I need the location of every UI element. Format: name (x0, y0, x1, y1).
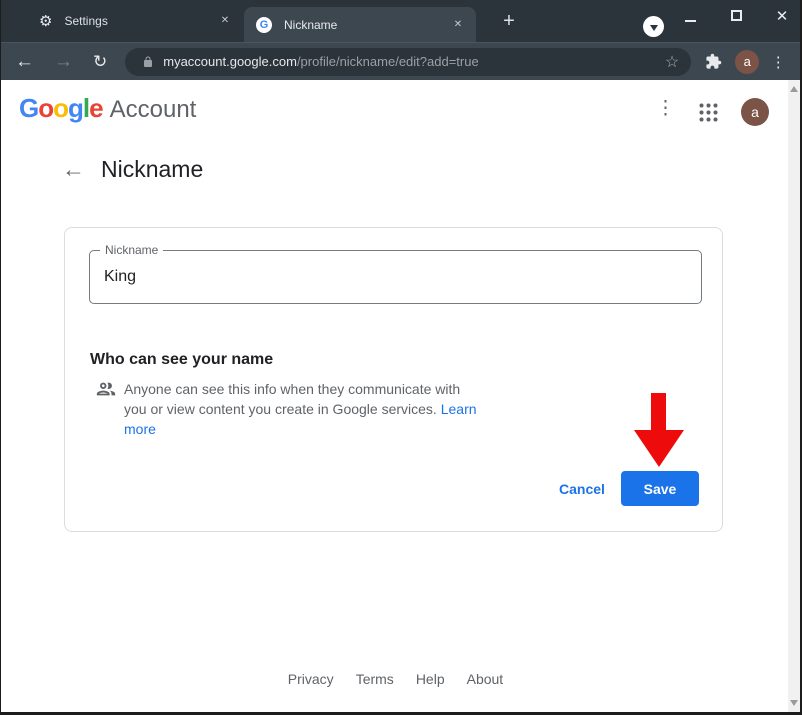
browser-toolbar: myaccount.google.com/profile/nickname/ed… (1, 42, 800, 80)
info-line: you or view content you create in Google… (124, 401, 437, 417)
tab-nickname-label: Nickname (284, 17, 338, 32)
gear-icon (39, 12, 52, 30)
reload-button[interactable] (93, 53, 107, 70)
tab-close-icon[interactable] (217, 13, 233, 29)
page-title: Nickname (101, 156, 204, 182)
logo-letter: g (68, 93, 84, 123)
scrollbar[interactable] (788, 80, 800, 712)
footer-link-privacy[interactable]: Privacy (288, 671, 334, 687)
account-avatar[interactable]: a (741, 98, 769, 126)
new-tab-button[interactable] (495, 8, 523, 34)
tab-strip: Settings G Nickname (1, 0, 800, 42)
tab-settings-label: Settings (64, 13, 108, 28)
page-content: GoogleAccount a Nickname Nickname Who ca… (1, 80, 800, 712)
chevron-down-icon (649, 24, 658, 31)
page-back-button[interactable] (62, 156, 85, 183)
minimize-button[interactable] (685, 20, 696, 22)
save-button[interactable]: Save (621, 471, 699, 506)
cancel-button[interactable]: Cancel (547, 472, 617, 506)
info-line: Anyone can see this info when they commu… (124, 381, 461, 397)
logo-letter: o (38, 93, 54, 123)
google-favicon-icon: G (256, 16, 272, 33)
logo-letter: G (19, 93, 39, 123)
url-host: myaccount.google.com (163, 54, 297, 69)
address-bar[interactable]: myaccount.google.com/profile/nickname/ed… (125, 47, 692, 76)
footer-links: Privacy Terms Help About (1, 671, 790, 687)
footer-link-about[interactable]: About (467, 671, 504, 687)
logo-product-label: Account (109, 96, 197, 123)
browser-menu-icon[interactable] (770, 53, 786, 71)
people-icon (95, 378, 117, 400)
browser-window: Settings G Nickname myaccount.google.com… (0, 0, 802, 715)
logo-letter: o (53, 93, 69, 123)
section-title: Who can see your name (90, 351, 274, 368)
profile-chip-icon[interactable] (643, 16, 664, 37)
google-account-logo[interactable]: Google Account (19, 93, 196, 124)
maximize-button[interactable] (731, 10, 742, 21)
visibility-info-text: Anyone can see this info when they commu… (124, 379, 514, 439)
tab-nickname[interactable]: G Nickname (244, 7, 476, 42)
back-button[interactable] (15, 52, 34, 71)
scrollbar-down-icon[interactable] (790, 700, 798, 706)
close-button[interactable] (773, 5, 791, 27)
tab-close-icon[interactable] (450, 17, 466, 33)
header-more-icon[interactable] (656, 97, 672, 120)
lock-icon[interactable] (142, 55, 154, 69)
bookmark-star-icon[interactable] (665, 52, 679, 72)
learn-more-word: Learn (440, 401, 477, 417)
url-path: /profile/nickname/edit?add=true (296, 54, 479, 69)
red-arrow-annotation (634, 393, 684, 472)
logo-letter: e (89, 93, 104, 123)
apps-grid-icon[interactable] (698, 102, 719, 123)
footer-link-help[interactable]: Help (416, 671, 445, 687)
nickname-field[interactable]: Nickname (89, 243, 702, 304)
nickname-card: Nickname Who can see your name Anyone ca… (64, 227, 723, 532)
tab-settings[interactable]: Settings (9, 0, 243, 41)
footer-link-terms[interactable]: Terms (356, 671, 394, 687)
forward-button[interactable] (54, 52, 73, 71)
extensions-puzzle-icon[interactable] (705, 53, 722, 70)
browser-avatar[interactable]: a (735, 49, 760, 74)
scrollbar-up-icon[interactable] (790, 86, 798, 92)
learn-more-word: more (124, 421, 156, 437)
nickname-input[interactable] (90, 251, 701, 303)
